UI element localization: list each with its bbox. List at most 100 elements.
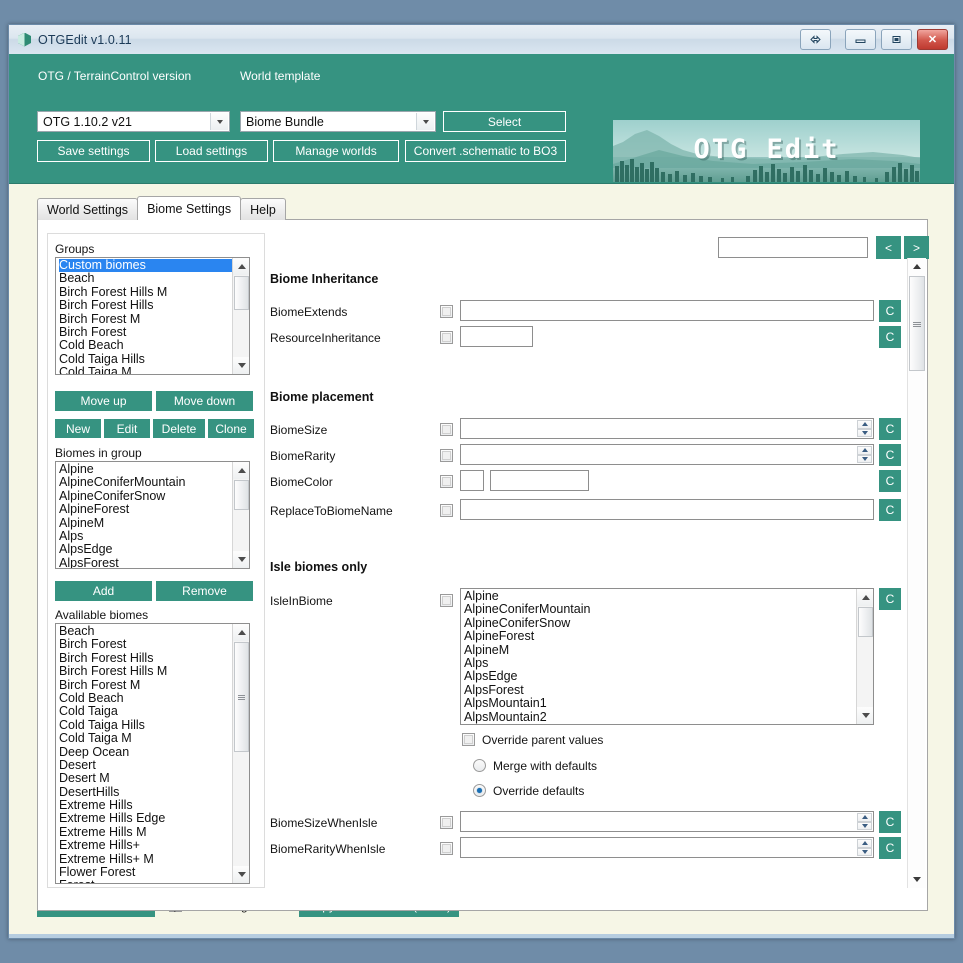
list-item[interactable]: Alps [464, 657, 856, 670]
list-item[interactable]: Extreme Hills+ [59, 839, 232, 852]
list-item[interactable]: AlpineConiferSnow [464, 617, 856, 630]
list-item[interactable]: Extreme Hills+ M [59, 853, 232, 866]
chevron-down-icon[interactable] [210, 113, 228, 130]
search-input[interactable] [718, 237, 868, 258]
biome-extends-checkbox[interactable] [440, 305, 453, 318]
list-item[interactable]: AlpsEdge [59, 543, 232, 556]
biome-color-input[interactable] [490, 470, 589, 491]
available-biomes-listbox[interactable]: BeachBirch ForestBirch Forest HillsBirch… [55, 623, 250, 884]
replace-to-biome-name-checkbox[interactable] [440, 504, 453, 517]
list-item[interactable]: Birch Forest Hills M [59, 665, 232, 678]
isle-in-biome-listbox[interactable]: AlpineAlpineConiferMountainAlpineConifer… [460, 588, 874, 725]
new-button[interactable]: New [55, 419, 101, 438]
close-button[interactable]: ✕ [917, 29, 948, 50]
list-item[interactable]: AlpineForest [464, 630, 856, 643]
save-settings-button[interactable]: Save settings [37, 140, 150, 162]
list-item[interactable]: AlpsForest [59, 557, 232, 568]
biome-size-when-isle-c-button[interactable]: C [879, 811, 901, 833]
scroll-thumb[interactable] [234, 276, 249, 310]
list-item[interactable]: AlpineM [59, 517, 232, 530]
clone-button[interactable]: Clone [208, 419, 254, 438]
list-item[interactable]: Forest [59, 879, 232, 883]
list-item[interactable]: AlpineConiferMountain [464, 603, 856, 616]
list-item[interactable]: Alps [59, 530, 232, 543]
biome-extends-input[interactable] [460, 300, 874, 321]
biome-color-c-button[interactable]: C [879, 470, 901, 492]
biome-color-swatch[interactable] [460, 470, 484, 491]
world-template-combobox[interactable]: Biome Bundle [240, 111, 436, 132]
select-button[interactable]: Select [443, 111, 566, 132]
list-item[interactable]: Extreme Hills [59, 799, 232, 812]
biome-rarity-when-isle-checkbox[interactable] [440, 842, 453, 855]
list-item[interactable]: AlpineM [464, 644, 856, 657]
list-item[interactable]: Custom biomes [59, 259, 232, 272]
scroll-thumb-2[interactable] [234, 480, 249, 510]
prev-button[interactable]: < [876, 236, 901, 259]
override-defaults-radio[interactable] [473, 784, 486, 797]
add-button[interactable]: Add [55, 581, 152, 601]
groups-scrollbar[interactable] [232, 258, 249, 374]
list-item[interactable]: Alpine [59, 463, 232, 476]
tab-world-settings[interactable]: World Settings [37, 198, 138, 220]
list-item[interactable]: Birch Forest Hills [59, 652, 232, 665]
merge-with-defaults-radio[interactable] [473, 759, 486, 772]
list-item[interactable]: Cold Taiga M [59, 732, 232, 745]
override-parent-values-checkbox[interactable] [462, 733, 475, 746]
list-item[interactable]: Desert [59, 759, 232, 772]
list-item[interactable]: Birch Forest M [59, 679, 232, 692]
page-scroll-down-icon[interactable] [908, 871, 926, 888]
minimize-button[interactable] [845, 29, 876, 50]
list-item[interactable]: Cold Taiga Hills [59, 353, 232, 366]
page-scrollbar[interactable] [907, 258, 925, 888]
list-item[interactable]: Cold Taiga M [59, 366, 232, 374]
biome-rarity-when-isle-spinner[interactable] [460, 837, 874, 858]
page-scroll-thumb[interactable] [909, 276, 925, 371]
scroll-thumb-4[interactable] [858, 607, 873, 637]
biome-rarity-when-isle-spin-buttons[interactable] [857, 839, 872, 856]
move-up-button[interactable]: Move up [55, 391, 152, 411]
replace-to-biome-name-input[interactable] [460, 499, 874, 520]
resource-inheritance-checkbox[interactable] [440, 331, 453, 344]
groups-listbox[interactable]: Custom biomesBeachBirch Forest Hills MBi… [55, 257, 250, 375]
resize-icon-button[interactable] [800, 29, 831, 50]
available-biomes-items[interactable]: BeachBirch ForestBirch Forest HillsBirch… [56, 624, 232, 883]
scroll-down-icon-3[interactable] [233, 866, 250, 883]
list-item[interactable]: AlpsEdge [464, 670, 856, 683]
scroll-up-icon[interactable] [233, 258, 250, 275]
list-item[interactable]: Cold Taiga [59, 705, 232, 718]
biome-size-when-isle-checkbox[interactable] [440, 816, 453, 829]
list-item[interactable]: Cold Beach [59, 339, 232, 352]
biome-color-checkbox[interactable] [440, 475, 453, 488]
list-item[interactable]: DesertHills [59, 786, 232, 799]
isle-in-biome-items[interactable]: AlpineAlpineConiferMountainAlpineConifer… [461, 589, 856, 724]
biome-size-spinner[interactable] [460, 418, 874, 439]
biome-size-when-isle-spin-buttons[interactable] [857, 813, 872, 830]
biome-size-when-isle-spinner[interactable] [460, 811, 874, 832]
scroll-down-icon[interactable] [233, 357, 250, 374]
scroll-thumb-3[interactable] [234, 642, 249, 752]
biome-rarity-when-isle-c-button[interactable]: C [879, 837, 901, 859]
scroll-down-icon-4[interactable] [857, 707, 874, 724]
list-item[interactable]: AlpsMountain1 [464, 697, 856, 710]
scroll-down-icon-2[interactable] [233, 551, 250, 568]
move-down-button[interactable]: Move down [156, 391, 253, 411]
list-item[interactable]: Cold Beach [59, 692, 232, 705]
list-item[interactable]: AlpsMountain2 [464, 711, 856, 724]
list-item[interactable]: Beach [59, 625, 232, 638]
list-item[interactable]: Birch Forest Hills [59, 299, 232, 312]
groups-list-items[interactable]: Custom biomesBeachBirch Forest Hills MBi… [56, 258, 232, 374]
chevron-down-icon-2[interactable] [416, 113, 434, 130]
manage-worlds-button[interactable]: Manage worlds [273, 140, 399, 162]
biome-rarity-checkbox[interactable] [440, 449, 453, 462]
available-biomes-scrollbar[interactable] [232, 624, 249, 883]
tab-biome-settings[interactable]: Biome Settings [137, 196, 241, 220]
biome-size-c-button[interactable]: C [879, 418, 901, 440]
maximize-button[interactable] [881, 29, 912, 50]
edit-button[interactable]: Edit [104, 419, 150, 438]
replace-to-biome-name-c-button[interactable]: C [879, 499, 901, 521]
list-item[interactable]: Birch Forest M [59, 313, 232, 326]
page-scroll-up-icon[interactable] [908, 258, 926, 275]
list-item[interactable]: AlpineForest [59, 503, 232, 516]
isle-in-biome-checkbox[interactable] [440, 594, 453, 607]
list-item[interactable]: AlpineConiferMountain [59, 476, 232, 489]
